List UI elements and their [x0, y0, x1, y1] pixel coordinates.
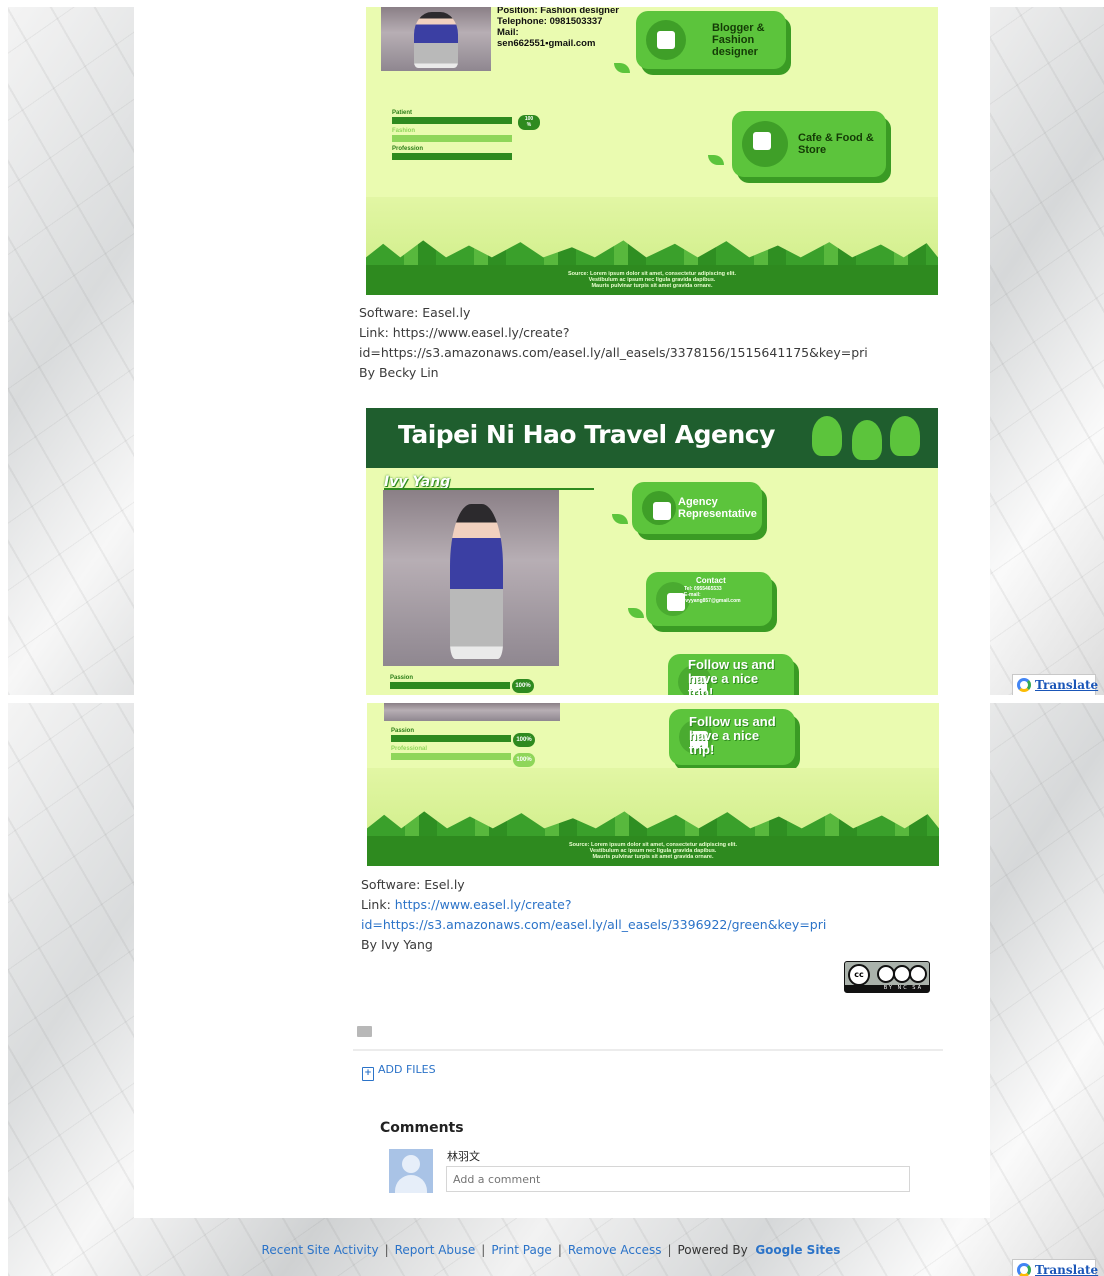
avatar [389, 1149, 433, 1193]
comment-username: 林羽文 [447, 1150, 480, 1163]
caption-ivy: Software: Esel.ly Link: https://www.ease… [361, 875, 981, 955]
bowl-icon [742, 121, 788, 167]
author-line: By Ivy Yang [361, 937, 433, 952]
bulb-icon [812, 416, 842, 456]
add-files-button[interactable]: + ADD FILES [362, 1062, 436, 1081]
skill-bars: Passion 100% [390, 674, 534, 693]
infographic-ivy-yang-lower: Passion Professional 100% 100% Follow us… [367, 703, 939, 866]
software-line: Software: Easel.ly [359, 305, 471, 320]
leaf-icon [614, 63, 630, 73]
link-line: Link: https://www.easel.ly/create? [361, 897, 572, 912]
skill-bar [391, 735, 511, 742]
skill-bar [392, 153, 512, 160]
skill-badge: 100% [512, 679, 534, 693]
leaf-icon [708, 155, 724, 165]
remove-access-link[interactable]: Remove Access [568, 1243, 662, 1257]
page-content-panel: Position: Fashion designer Telephone: 09… [134, 7, 990, 695]
document-icon [642, 491, 676, 525]
infographic-becky-lin: Position: Fashion designer Telephone: 09… [366, 7, 938, 295]
skill-bar [391, 753, 511, 760]
skill-bar [392, 117, 512, 124]
bubble-cafe: Cafe & Food & Store [732, 111, 886, 177]
screenshot-bottom: Passion Professional 100% 100% Follow us… [8, 703, 1104, 1276]
screenshot-top: Position: Fashion designer Telephone: 09… [8, 7, 1104, 695]
sa-icon [909, 965, 927, 983]
software-line: Software: Esel.ly [361, 877, 465, 892]
author-line: By Becky Lin [359, 365, 439, 380]
leaf-icon [612, 514, 628, 524]
poster-footnote: Source: Lorem ipsum dolor sit amet, cons… [567, 271, 737, 289]
poster-footnote: Source: Lorem ipsum dolor sit amet, cons… [568, 842, 738, 860]
profile-photo [384, 703, 560, 721]
bubble-blogger: Blogger & Fashion designer [636, 11, 786, 69]
folder-icon [357, 1026, 372, 1037]
powered-by-label: Powered By [677, 1243, 748, 1257]
add-file-icon: + [362, 1067, 374, 1081]
profile-text: Position: Fashion designer Telephone: 09… [497, 7, 619, 49]
bulb-icon [852, 420, 882, 460]
link-line: id=https://s3.amazonaws.com/easel.ly/all… [359, 345, 868, 360]
profile-photo [381, 7, 491, 71]
skill-bar [390, 682, 510, 689]
easel-link[interactable]: https://www.easel.ly/create? [395, 897, 572, 912]
page-content-panel: Passion Professional 100% 100% Follow us… [134, 703, 990, 1218]
report-abuse-link[interactable]: Report Abuse [395, 1243, 476, 1257]
skill-badge: 100% [513, 753, 535, 767]
comment-input[interactable] [446, 1166, 910, 1192]
leaf-icon [628, 608, 644, 618]
divider [353, 1049, 943, 1051]
easel-link-continued[interactable]: id=https://s3.amazonaws.com/easel.ly/all… [361, 917, 826, 932]
cc-license-badge[interactable]: cc BY NC SA [844, 961, 930, 993]
cc-icon: cc [848, 964, 870, 986]
poster-title: Taipei Ni Hao Travel Agency [398, 420, 775, 449]
site-footer: Recent Site Activity | Report Abuse | Print … [261, 1243, 841, 1257]
bubble-follow: Follow us and have a nice trip! [668, 654, 794, 695]
document-icon [646, 20, 686, 60]
profile-photo [383, 490, 559, 666]
google-sites-link[interactable]: Google Sites [755, 1243, 840, 1257]
bulb-icon [890, 416, 920, 456]
skill-badge: 100 % [518, 115, 540, 130]
print-page-link[interactable]: Print Page [491, 1243, 551, 1257]
comments-heading: Comments [380, 1120, 464, 1136]
skill-bar [392, 135, 512, 142]
poster-header: Taipei Ni Hao Travel Agency [366, 408, 938, 468]
caption-becky: Software: Easel.ly Link: https://www.eas… [359, 303, 979, 383]
link-line: id=https://s3.amazonaws.com/easel.ly/all… [361, 915, 981, 935]
bubble-contact: Contact Tel: 0955465533 E-mail: ivyyang8… [646, 572, 772, 626]
skill-bars: Passion Professional 100% 100% [391, 727, 535, 767]
bubble-agency: Agency Representative [632, 482, 762, 534]
translate-button[interactable]: Translate [1012, 674, 1098, 695]
skill-bars: Patient Fashion Profession 100 % [392, 109, 540, 163]
infographic-ivy-yang: Taipei Ni Hao Travel Agency Ivy Yang Age… [366, 408, 938, 695]
translate-button[interactable]: Translate [1012, 1259, 1098, 1276]
skill-badge: 100% [513, 733, 535, 747]
google-g-icon [1017, 1263, 1031, 1276]
google-g-icon [1017, 678, 1031, 692]
bubble-follow: Follow us and have a nice trip! [669, 709, 795, 765]
recent-site-activity-link[interactable]: Recent Site Activity [262, 1243, 379, 1257]
link-line: Link: https://www.easel.ly/create? [359, 325, 570, 340]
